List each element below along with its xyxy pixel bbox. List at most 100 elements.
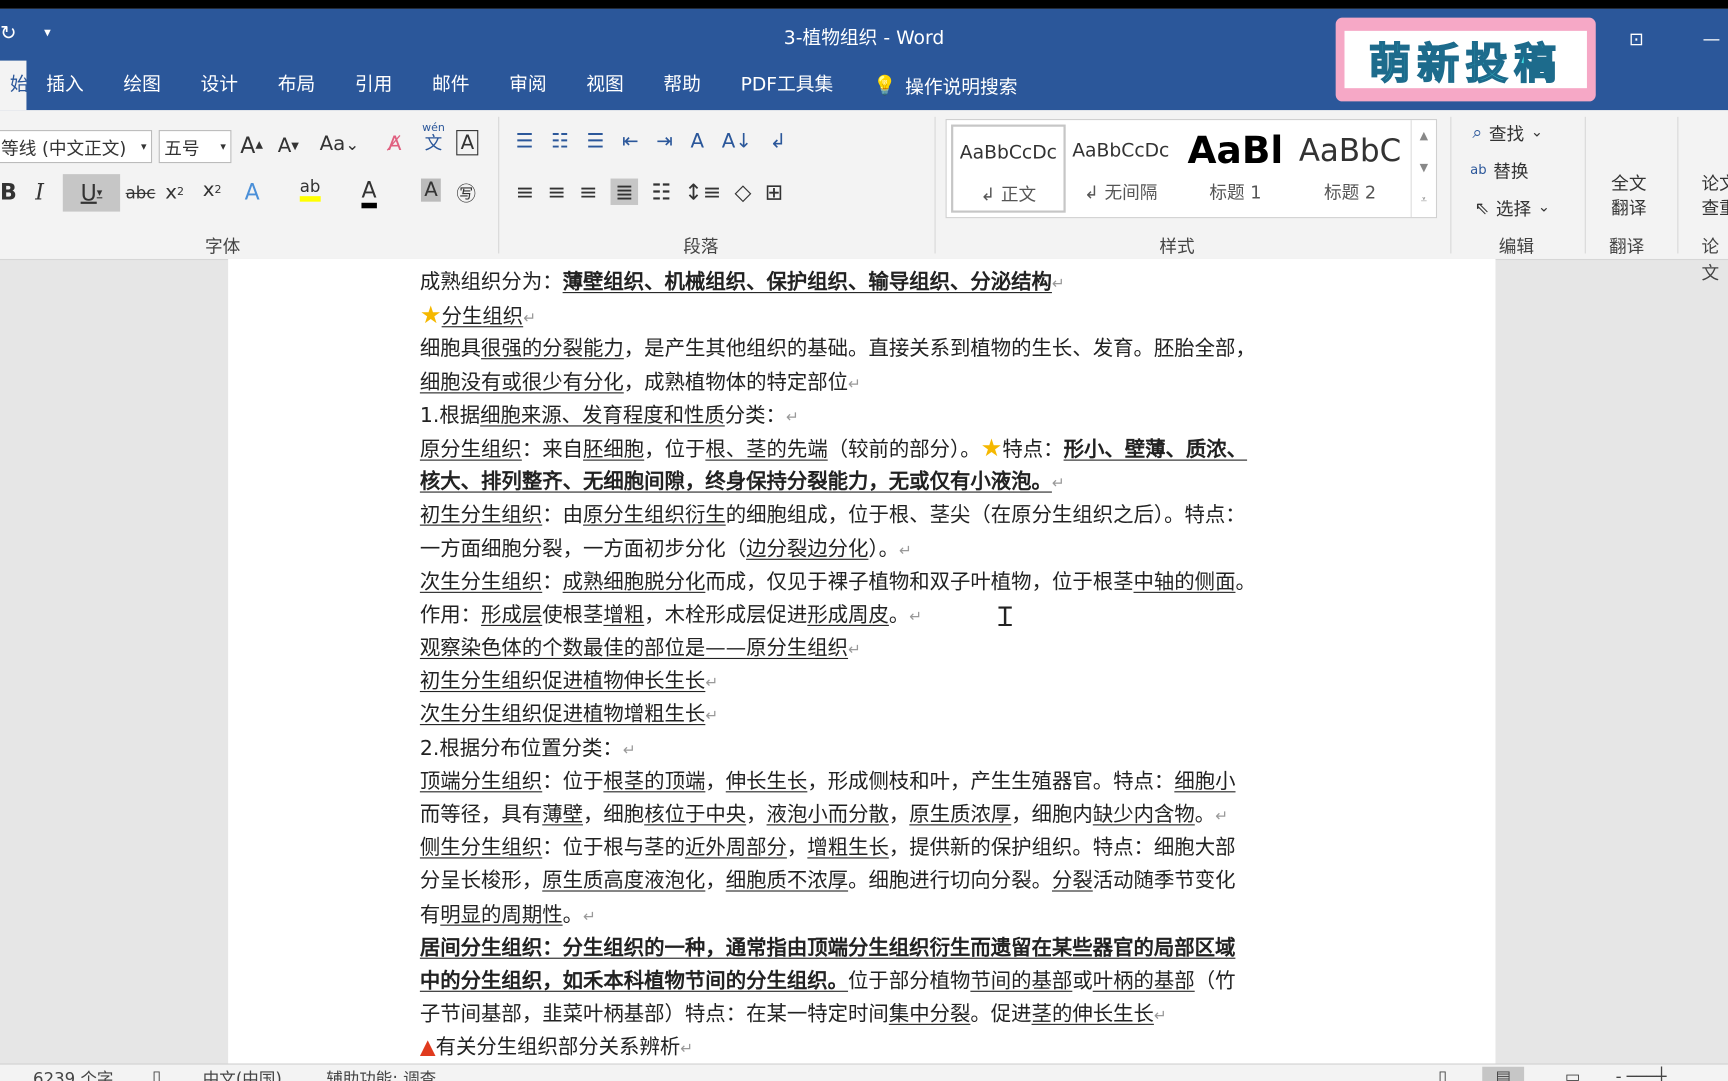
shrink-font-icon[interactable]: A ▼: [278, 134, 299, 157]
full-translate-button[interactable]: 全文翻译: [1611, 172, 1651, 220]
document-line: 侧生分生组织：位于根与茎的近外周部分，增粗生长，提供新的保护组织。特点：细胞大部: [420, 832, 1324, 865]
tab-design[interactable]: 设计: [181, 61, 258, 111]
text-run: ：位于根与茎的: [542, 836, 685, 860]
borders-icon: ⊞: [764, 178, 784, 205]
text-effects-icon[interactable]: A: [245, 179, 260, 205]
proofing-icon[interactable]: ▯: [152, 1067, 161, 1081]
document-line: 居间分生组织：分生组织的一种，通常指由顶端分生组织衍生而遗留在某些器官的局部区域: [420, 932, 1324, 965]
font-name-select[interactable]: 等线 (中文正文) ▾: [0, 130, 153, 164]
tab-help[interactable]: 帮助: [644, 61, 721, 111]
tab-references[interactable]: 引用: [335, 61, 412, 111]
tab-mailings[interactable]: 邮件: [412, 61, 489, 111]
style-heading-2[interactable]: AaBbC 标题 2: [1295, 125, 1405, 209]
print-layout-icon[interactable]: ▤: [1482, 1066, 1525, 1081]
paragraph-mark: ↵: [909, 608, 923, 626]
text-run: 侧生分生组织: [419, 836, 543, 860]
italic-button[interactable]: I: [35, 179, 44, 205]
find-button[interactable]: ⌕ 查找 ⌄: [1472, 119, 1543, 145]
text-run: ：来自: [521, 438, 584, 462]
paper-check-button[interactable]: 论文查重: [1702, 172, 1728, 220]
select-button[interactable]: ⇖ 选择 ⌄: [1475, 194, 1551, 220]
text-run: 增粗: [603, 603, 645, 627]
strikethrough-button[interactable]: abc: [126, 183, 156, 203]
style-heading-1[interactable]: AaBl 标题 1: [1180, 125, 1290, 209]
tab-view[interactable]: 视图: [566, 61, 643, 111]
text-run: ，: [746, 803, 767, 827]
enclose-char-icon[interactable]: ㊢: [456, 179, 476, 208]
font-color-icon[interactable]: A: [361, 176, 377, 209]
change-case-button[interactable]: Aa ⌄: [320, 132, 360, 155]
tell-me-search[interactable]: 💡 操作说明搜索: [873, 72, 1018, 99]
ribbon-tabs: 始 插入 绘图 设计 布局 引用 邮件 审阅 视图 帮助 PDF工具集 💡 操作说…: [0, 60, 1018, 111]
char-border-icon[interactable]: A: [456, 130, 479, 156]
document-line: 子节间基部，韭菜叶柄基部）特点：在某一特定时间集中分裂。促进茎的伸长生长↵: [420, 999, 1324, 1032]
text-run: 2.根据分布位置分类：: [419, 736, 623, 760]
read-mode-icon[interactable]: ▯: [1438, 1067, 1447, 1081]
text-run: 薄壁: [542, 803, 584, 827]
text-run: 细胞具: [419, 337, 482, 361]
minimize-icon[interactable]: —: [1703, 29, 1721, 50]
text-run: 。促进: [970, 1002, 1032, 1027]
highlight-icon[interactable]: ab: [299, 176, 321, 202]
paragraph-mark: ↵: [1051, 275, 1065, 294]
text-run: 子节间基部，韭菜叶柄基部）特点：在某一特定时间: [419, 1002, 889, 1027]
paragraph-list-tools[interactable]: ☰ ☷ ☰ ⇤ ⇥ A A↓ ↲: [516, 130, 786, 153]
shading-icon: ◇: [734, 178, 752, 205]
tab-draw[interactable]: 绘图: [104, 61, 181, 111]
text-run: 原分生组织: [419, 438, 522, 462]
accessibility-status[interactable]: 辅助功能: 调查: [326, 1067, 436, 1081]
grow-font-icon[interactable]: A ▲: [240, 132, 263, 158]
document-line: 顶端分生组织：位于根茎的顶端，伸长生长，形成侧枝和叶，产生生殖器官。特点：细胞小: [420, 766, 1324, 799]
paragraph-mark: ↵: [705, 674, 719, 693]
align-left-icon: ≡: [515, 178, 535, 205]
document-body[interactable]: 成熟组织分为：薄壁组织、机械组织、保护组织、输导组织、分泌结构↵ ★分生组织↵ 细胞…: [420, 267, 1324, 1065]
paragraph-align-tools[interactable]: ≡ ≡ ≡ ≣ ☷ ↕≡ ◇ ⊞: [515, 178, 784, 205]
replace-button[interactable]: ab 替换: [1470, 156, 1528, 182]
clear-format-icon[interactable]: A̸: [388, 132, 402, 155]
tab-home[interactable]: 始: [0, 60, 27, 111]
text-run: 或: [1072, 969, 1093, 993]
tab-pdf-tools[interactable]: PDF工具集: [721, 61, 853, 111]
status-bar: 6239 个字 ▯ 中文(中国) 辅助功能: 调查 ▯ ▤ ▭ - ───┼: [0, 1063, 1728, 1081]
document-line: 细胞具很强的分裂能力，是产生其他组织的基础。直接关系到植物的生长、发育。胚胎全部…: [420, 333, 1324, 366]
font-size-select[interactable]: 五号 ▾: [158, 130, 232, 164]
tab-layout[interactable]: 布局: [258, 61, 335, 111]
warning-triangle-icon: ▲: [419, 1036, 436, 1060]
text-run: 明显的周期性: [440, 903, 563, 927]
style-normal[interactable]: AaBbCcDc ↲ 正文: [951, 124, 1066, 213]
word-count[interactable]: 6239 个字: [33, 1067, 113, 1081]
star-icon: ★: [980, 435, 1003, 463]
text-run: 中轴的侧面: [1133, 570, 1236, 594]
text-run: 观察染色体的个数最佳的部位是——原分生组织: [419, 637, 849, 661]
document-line: ▲有关分生组织部分关系辨析↵: [420, 1032, 1324, 1065]
underline-button[interactable]: U ▾: [62, 174, 121, 212]
text-run: 节间的基部: [970, 969, 1073, 993]
subscript-button[interactable]: x2: [165, 181, 184, 204]
web-layout-icon[interactable]: ▭: [1565, 1067, 1581, 1081]
ribbon-display-icon[interactable]: ⊡: [1629, 29, 1644, 50]
text-run: 特点：: [1002, 438, 1064, 462]
tab-review[interactable]: 审阅: [489, 61, 566, 111]
paragraph-mark: ↵: [848, 375, 861, 393]
styles-scroll[interactable]: ▲ ▼ ⩡: [1410, 120, 1436, 218]
zoom-slider[interactable]: - ───┼: [1616, 1067, 1667, 1081]
text-run: （较前的部分）。: [827, 438, 981, 462]
char-shading-icon[interactable]: A: [420, 178, 442, 202]
text-run: 核大、排列整齐、无细胞间隙，终身保持分裂能力，无或仅有小液泡。: [419, 470, 1052, 494]
document-line: 次生分生组织促进植物增粗生长↵: [420, 699, 1324, 732]
text-run: 茎的伸长生长: [1031, 1002, 1154, 1027]
superscript-button[interactable]: x2: [203, 179, 222, 202]
group-font-label: 字体: [204, 235, 241, 257]
document-line: 原分生组织：来自胚细胞，位于根、茎的先端（较前的部分）。★特点：形小、壁薄、质浓…: [420, 433, 1324, 466]
bullets-icon: ☰: [515, 130, 534, 154]
bold-button[interactable]: B: [0, 179, 17, 205]
text-run: 次生分生组织: [419, 570, 543, 594]
phonetic-guide-icon[interactable]: wén 文: [422, 123, 445, 152]
text-run: ，位于: [644, 438, 706, 462]
ribbon: 等线 (中文正文) ▾ 五号 ▾ A ▲ A ▼ Aa ⌄ A̸ wén 文 A B I U…: [0, 110, 1728, 283]
language-status[interactable]: 中文(中国): [203, 1067, 282, 1081]
tab-insert[interactable]: 插入: [26, 61, 103, 111]
style-no-spacing[interactable]: AaBbCcDc ↲ 无间隔: [1066, 125, 1176, 209]
document-line: 初生分生组织：由原分生组织衍生的细胞组成，位于根、茎尖（在原分生组织之后）。特点…: [420, 500, 1324, 533]
distribute-icon: ☷: [651, 178, 672, 205]
